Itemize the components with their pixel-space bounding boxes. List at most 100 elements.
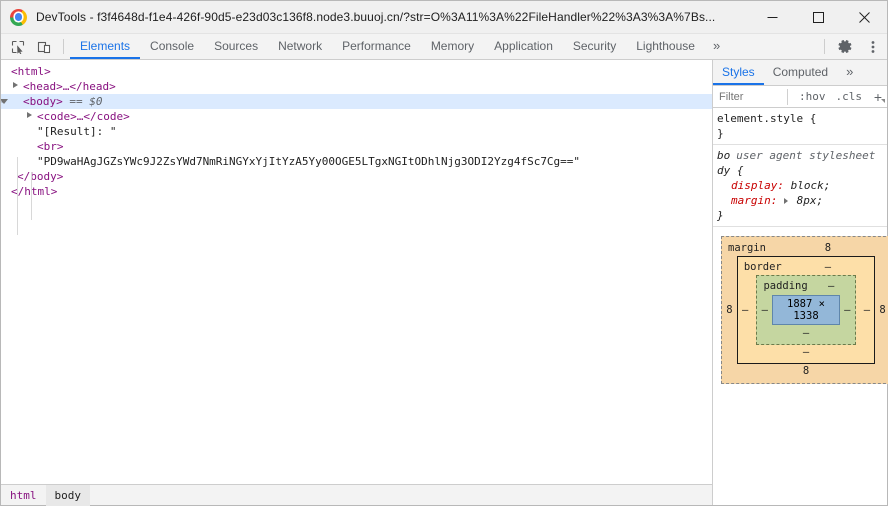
dom-node-text: <br> bbox=[37, 140, 64, 153]
tab-performance[interactable]: Performance bbox=[332, 34, 421, 59]
rule-close-brace: } bbox=[717, 127, 724, 140]
tab-network[interactable]: Network bbox=[268, 34, 332, 59]
dom-node-text-result[interactable]: "[Result]: " bbox=[1, 124, 712, 139]
styles-panel-tabs: Styles Computed » bbox=[713, 60, 887, 86]
filter-divider bbox=[787, 88, 788, 105]
dom-node-text: "PD9waHAgJGZsYWc9J2ZsYWd7NmRiNGYxYjItYzA… bbox=[37, 155, 581, 168]
padding-row-top: padding – bbox=[757, 279, 854, 294]
declaration-value[interactable]: block; bbox=[791, 179, 831, 192]
expand-triangle-icon[interactable] bbox=[27, 112, 32, 118]
window-title: DevTools - f3f4648d-f1e4-426f-90d5-e23d0… bbox=[36, 10, 716, 24]
collapse-triangle-icon[interactable] bbox=[1, 99, 8, 107]
expand-triangle-icon[interactable] bbox=[13, 82, 18, 88]
margin-right-value[interactable]: 8 bbox=[875, 303, 888, 318]
new-style-rule-button[interactable]: + bbox=[869, 89, 887, 105]
tab-security[interactable]: Security bbox=[563, 34, 626, 59]
breadcrumb-item-body[interactable]: body bbox=[45, 484, 90, 506]
devtools-toolbar: Elements Console Sources Network Perform… bbox=[1, 34, 887, 60]
dom-tree[interactable]: <html> <head>…</head> ⋯ <body> == $0 <co… bbox=[1, 60, 712, 484]
style-rules-list: element.style { } bo user agent styleshe… bbox=[713, 108, 887, 227]
margin-top-value[interactable]: 8 bbox=[825, 241, 831, 256]
breadcrumb-item-html[interactable]: html bbox=[1, 485, 46, 506]
chrome-logo-icon bbox=[10, 8, 27, 26]
cls-button[interactable]: .cls bbox=[831, 90, 868, 103]
dom-node-html-open[interactable]: <html> bbox=[1, 64, 712, 79]
toolbar-actions bbox=[818, 34, 887, 59]
margin-row-top: margin 8 bbox=[722, 241, 888, 256]
padding-row-bottom: – bbox=[757, 326, 854, 341]
padding-top-value[interactable]: – bbox=[828, 279, 834, 294]
close-button[interactable] bbox=[841, 1, 887, 34]
dom-node-body-close[interactable]: </body> bbox=[1, 169, 712, 184]
dom-node-code[interactable]: <code>…</code> bbox=[1, 109, 712, 124]
filter-input[interactable] bbox=[717, 88, 785, 105]
dom-node-text: <body> bbox=[23, 95, 63, 108]
tab-lighthouse[interactable]: Lighthouse bbox=[626, 34, 705, 59]
gear-icon[interactable] bbox=[831, 34, 859, 59]
border-left-value[interactable]: – bbox=[738, 303, 753, 318]
tab-elements[interactable]: Elements bbox=[70, 34, 141, 59]
dom-node-text: </body> bbox=[17, 170, 64, 183]
declaration-value[interactable]: 8px; bbox=[797, 194, 824, 207]
dom-node-br[interactable]: <br> bbox=[1, 139, 712, 154]
box-model-content-size[interactable]: 1887 × 1338 bbox=[772, 295, 840, 325]
declaration-margin[interactable]: margin: 8px; bbox=[717, 193, 887, 208]
maximize-button[interactable] bbox=[795, 1, 841, 34]
padding-label: padding bbox=[763, 280, 808, 292]
minimize-button[interactable] bbox=[749, 1, 795, 34]
tab-sources[interactable]: Sources bbox=[204, 34, 268, 59]
expand-triangle-icon[interactable] bbox=[783, 197, 788, 204]
tree-guide-line bbox=[17, 157, 18, 235]
declaration-property[interactable]: margin: bbox=[717, 194, 777, 207]
margin-left-value[interactable]: 8 bbox=[722, 303, 737, 318]
tab-application[interactable]: Application bbox=[484, 34, 563, 59]
rule-selector[interactable]: element.style { bbox=[717, 111, 887, 126]
title-bar: DevTools - f3f4648d-f1e4-426f-90d5-e23d0… bbox=[1, 1, 887, 34]
padding-mid-row: – 1887 × 1338 – bbox=[757, 294, 854, 326]
styles-panel: Styles Computed » :hov .cls + element.st… bbox=[713, 60, 888, 505]
rule-origin: user agent stylesheet bbox=[736, 149, 876, 162]
breadcrumb: html body bbox=[1, 484, 712, 506]
hov-button[interactable]: :hov bbox=[794, 90, 831, 103]
dom-node-text: <head>…</head> bbox=[23, 80, 116, 93]
rule-selector-wrap: dy { bbox=[717, 164, 744, 177]
dom-node-text-base64[interactable]: "PD9waHAgJGZsYWc9J2ZsYWd7NmRiNGYxYjItYzA… bbox=[1, 154, 712, 169]
rule-header: bo user agent stylesheet bbox=[717, 148, 887, 163]
tab-memory[interactable]: Memory bbox=[421, 34, 484, 59]
padding-right-value[interactable]: – bbox=[840, 303, 855, 318]
tab-console[interactable]: Console bbox=[140, 34, 204, 59]
margin-label: margin bbox=[728, 242, 766, 254]
dom-node-text: <code>…</code> bbox=[37, 110, 130, 123]
style-rule-body-ua[interactable]: bo user agent stylesheet dy { display: b… bbox=[713, 145, 887, 227]
styles-more-tabs-icon[interactable]: » bbox=[837, 60, 862, 85]
border-right-value[interactable]: – bbox=[860, 303, 875, 318]
rule-close-brace: } bbox=[717, 209, 724, 222]
dom-node-head[interactable]: <head>…</head> bbox=[1, 79, 712, 94]
tab-styles[interactable]: Styles bbox=[713, 60, 764, 85]
kebab-menu-icon[interactable] bbox=[859, 34, 887, 59]
inspect-element-icon[interactable] bbox=[5, 34, 31, 59]
toolbar-divider bbox=[63, 39, 64, 54]
border-top-value[interactable]: – bbox=[825, 260, 831, 275]
margin-row-bottom: 8 bbox=[722, 364, 888, 379]
declaration-property[interactable]: display: bbox=[717, 179, 784, 192]
tab-computed[interactable]: Computed bbox=[764, 60, 837, 85]
style-rule-element-style[interactable]: element.style { } bbox=[713, 108, 887, 145]
declaration-display[interactable]: display: block; bbox=[717, 178, 887, 193]
rule-selector[interactable]: bo bbox=[717, 148, 730, 163]
padding-bottom-value[interactable]: – bbox=[803, 327, 809, 339]
border-row-bottom: – bbox=[738, 345, 874, 360]
device-toolbar-icon[interactable] bbox=[31, 34, 57, 59]
box-model-border: border – – padding – – 1887 × 1338 – – –… bbox=[736, 256, 876, 364]
styles-filter-row: :hov .cls + bbox=[713, 86, 887, 108]
dom-node-selected-marker: == $0 bbox=[69, 95, 103, 108]
border-bottom-value[interactable]: – bbox=[803, 346, 809, 358]
box-model-wrapper: margin 8 8 border – – padding – – 1887 ×… bbox=[713, 227, 888, 384]
dom-node-body[interactable]: ⋯ <body> == $0 bbox=[1, 94, 712, 109]
padding-left-value[interactable]: – bbox=[757, 303, 772, 318]
more-tabs-icon[interactable]: » bbox=[705, 34, 728, 59]
border-row-top: border – bbox=[738, 260, 874, 275]
box-model-margin: margin 8 8 border – – padding – – 1887 ×… bbox=[721, 236, 888, 384]
dom-node-html-close[interactable]: </html> bbox=[1, 184, 712, 199]
margin-bottom-value[interactable]: 8 bbox=[803, 365, 809, 377]
